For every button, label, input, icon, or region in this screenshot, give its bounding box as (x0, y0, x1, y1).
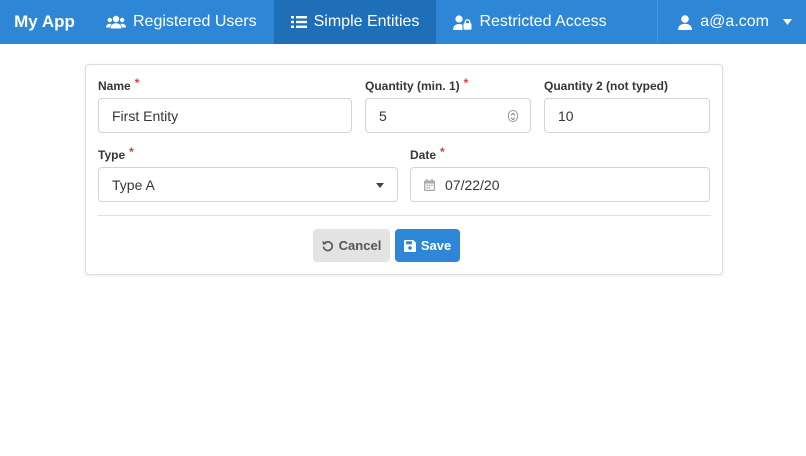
type-label-text: Type (98, 148, 126, 162)
quantity2-input-value: 10 (558, 107, 574, 124)
quantity-stepper[interactable] (508, 110, 518, 122)
type-select-value: Type A (112, 176, 155, 193)
quantity2-input[interactable]: 10 (544, 98, 710, 133)
date-input[interactable]: 07/22/20 (410, 167, 710, 202)
cancel-button-label: Cancel (338, 238, 382, 253)
quantity2-label: Quantity 2 (not typed) (544, 79, 668, 95)
user-lock-icon (453, 14, 472, 30)
type-field: Type * Type A (98, 145, 398, 202)
name-field: Name * First Entity (98, 76, 352, 133)
required-marker: * (440, 145, 445, 159)
nav-item-simple-entities[interactable]: Simple Entities (273, 0, 437, 44)
save-button[interactable]: Save (395, 229, 460, 262)
user-icon (678, 14, 693, 30)
quantity-field: Quantity (min. 1) * 5 (365, 76, 531, 133)
required-marker: * (134, 76, 140, 90)
caret-down-icon (783, 19, 792, 25)
type-select[interactable]: Type A (98, 167, 398, 202)
save-button-label: Save (420, 238, 452, 253)
date-field: Date * 07/22/20 (410, 145, 710, 202)
name-label: Name * (98, 76, 140, 95)
quantity-input[interactable]: 5 (365, 98, 531, 133)
quantity2-field: Quantity 2 (not typed) 10 (544, 79, 710, 133)
quantity-label-text: Quantity (min. 1) (365, 79, 460, 93)
nav-item-registered-users[interactable]: Registered Users (89, 0, 274, 44)
required-marker: * (129, 145, 134, 159)
entity-form: Name * First Entity Quantity (min. 1) * … (85, 64, 723, 275)
quantity2-label-text: Quantity 2 (not typed) (544, 79, 668, 93)
name-label-text: Name (98, 79, 131, 93)
cancel-button[interactable]: Cancel (313, 229, 390, 262)
type-label: Type * (98, 145, 134, 164)
users-icon (106, 15, 126, 29)
name-input-value: First Entity (112, 107, 179, 124)
brand-link[interactable]: My App (0, 0, 89, 44)
quantity-input-value: 5 (379, 107, 387, 124)
calendar-icon (424, 178, 435, 191)
nav-item-label: Restricted Access (479, 13, 607, 30)
name-input[interactable]: First Entity (98, 98, 352, 133)
nav-item-label: Simple Entities (313, 13, 420, 30)
date-label-text: Date (410, 148, 437, 162)
undo-icon (322, 240, 334, 252)
date-label: Date * (410, 145, 445, 164)
list-icon (290, 15, 307, 29)
navbar: My App Registered Users Simple Entities … (0, 0, 806, 44)
user-menu[interactable]: a@a.com (657, 0, 806, 44)
nav-item-restricted-access[interactable]: Restricted Access (436, 0, 623, 44)
date-input-value: 07/22/20 (445, 176, 500, 193)
quantity-label: Quantity (min. 1) * (365, 76, 469, 95)
nav-item-label: Registered Users (133, 13, 257, 30)
caret-down-icon (376, 183, 384, 188)
form-divider (98, 215, 711, 216)
required-marker: * (463, 76, 469, 90)
save-icon (403, 239, 416, 252)
user-menu-label: a@a.com (700, 13, 769, 30)
